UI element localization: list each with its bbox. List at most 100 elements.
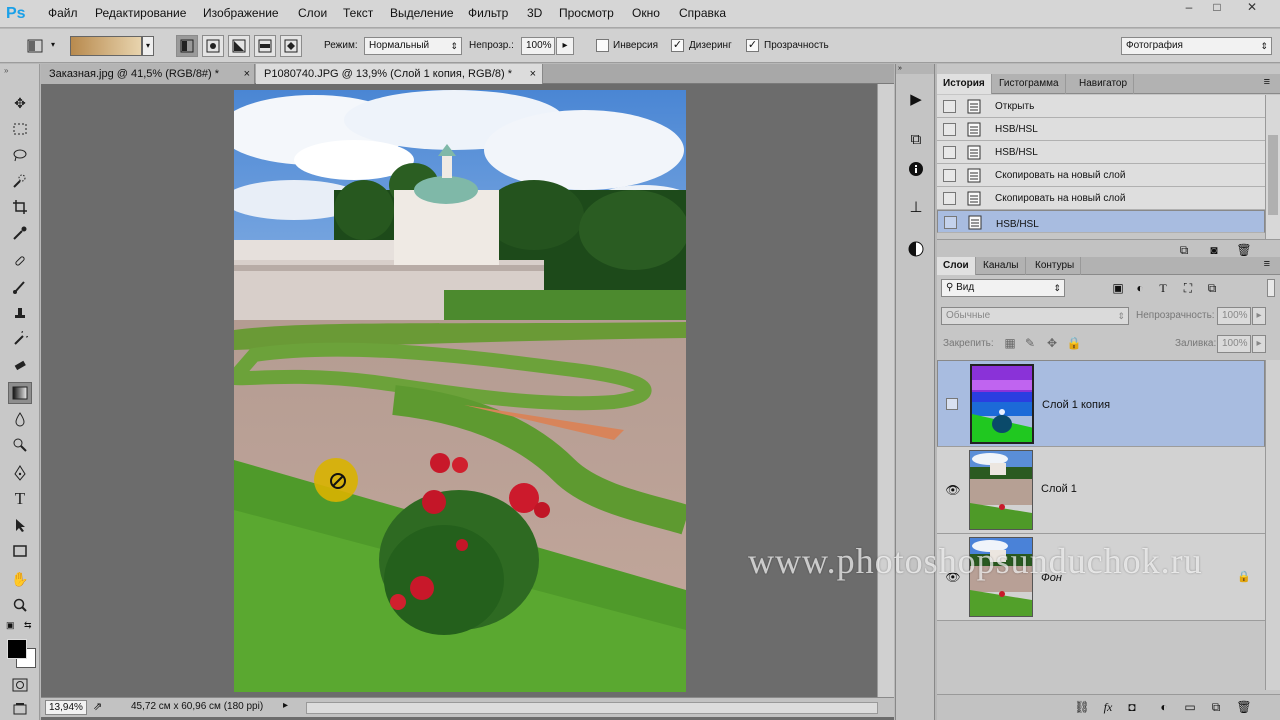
fill-input[interactable]: 100% (1217, 335, 1251, 353)
history-snapshot-checkbox[interactable] (943, 123, 956, 136)
crop-tool-icon[interactable] (8, 196, 32, 218)
collapse-strip-icon[interactable]: » (896, 64, 934, 74)
pen-tool-icon[interactable] (8, 462, 32, 484)
layer-blend-mode-select[interactable]: Обычные ⇕ (941, 307, 1129, 325)
lock-position-icon[interactable]: ✥ (1043, 335, 1061, 351)
lock-all-icon[interactable]: 🔒 (1065, 335, 1083, 351)
layer-style-icon[interactable]: fx (1099, 699, 1117, 715)
transparency-checkbox[interactable]: ✓ (746, 39, 759, 52)
new-document-from-state-icon[interactable]: ⧉ (1175, 242, 1193, 258)
clone-stamp-tool-icon[interactable] (8, 302, 32, 324)
filter-shape-icon[interactable]: ⛶ (1179, 280, 1197, 296)
healing-brush-tool-icon[interactable] (8, 250, 32, 272)
new-group-icon[interactable]: ▭ (1181, 699, 1199, 715)
layer-opacity-arrow-button[interactable]: ▸ (1252, 307, 1266, 325)
type-tool-icon[interactable]: T (8, 488, 32, 510)
menu-3d[interactable]: 3D (527, 6, 542, 20)
adjustments-icon[interactable] (901, 236, 931, 262)
zoom-field[interactable]: 13,94% (45, 700, 87, 715)
layers-scrollbar[interactable] (1265, 360, 1280, 690)
menu-file[interactable]: Файл (48, 6, 78, 20)
layer-row-selected[interactable]: Слой 1 копия (937, 360, 1265, 447)
reverse-checkbox[interactable] (596, 39, 609, 52)
opacity-dropdown-button[interactable]: ▸ (556, 37, 574, 55)
panel-menu-icon[interactable]: ≡ (1264, 258, 1270, 270)
maximize-button[interactable]: □ (1203, 0, 1231, 16)
menu-edit[interactable]: Редактирование (95, 6, 186, 20)
trash-icon[interactable]: 🗑 (1235, 699, 1253, 715)
diamond-gradient-button[interactable] (280, 35, 302, 57)
gradient-tool-icon[interactable] (8, 382, 32, 404)
status-menu-arrow-icon[interactable]: ▸ (283, 700, 288, 711)
close-tab-icon[interactable]: × (530, 64, 536, 84)
filter-adjustment-icon[interactable]: ◐ (1131, 280, 1149, 296)
history-snapshot-checkbox[interactable] (944, 216, 957, 229)
lock-pixels-icon[interactable]: ✎ (1021, 335, 1039, 351)
lasso-tool-icon[interactable] (8, 144, 32, 166)
opacity-input[interactable]: 100% (521, 37, 555, 55)
reflected-gradient-button[interactable] (254, 35, 276, 57)
gradient-tool-icon[interactable] (24, 35, 46, 57)
tab-layers[interactable]: Слои (937, 257, 976, 275)
history-item-selected[interactable]: HSB/HSL (937, 210, 1265, 233)
screen-mode-icon[interactable] (8, 698, 32, 720)
history-item[interactable]: Скопировать на новый слой (937, 164, 1265, 187)
quick-mask-icon[interactable] (8, 674, 32, 696)
blend-mode-select[interactable]: Нормальный ⇕ (364, 37, 462, 55)
new-layer-icon[interactable]: ⧉ (1207, 699, 1225, 715)
gradient-swatch[interactable] (70, 36, 142, 56)
document-canvas[interactable] (234, 90, 686, 692)
rectangle-tool-icon[interactable] (8, 540, 32, 562)
adjustment-layer-icon[interactable]: ◐ (1155, 699, 1173, 715)
history-snapshot-checkbox[interactable] (943, 100, 956, 113)
menu-image[interactable]: Изображение (203, 6, 279, 20)
dither-checkbox[interactable]: ✓ (671, 39, 684, 52)
layer-row[interactable]: 👁 Слой 1 (937, 447, 1265, 534)
menu-layers[interactable]: Слои (298, 6, 327, 20)
clone-source-icon[interactable]: ⊥ (901, 194, 931, 220)
filter-smart-object-icon[interactable]: ⧉ (1203, 280, 1221, 296)
fill-arrow-button[interactable]: ▸ (1252, 335, 1266, 353)
actions-play-icon[interactable]: ▶ (901, 86, 931, 112)
link-layers-icon[interactable]: ⛓ (1073, 699, 1091, 715)
tab-navigator[interactable]: Навигатор (1073, 74, 1135, 94)
marquee-tool-icon[interactable] (8, 118, 32, 140)
tab-paths[interactable]: Контуры (1029, 257, 1082, 275)
export-icon[interactable]: ⇗ (93, 700, 102, 713)
scroll-thumb[interactable] (1268, 135, 1278, 215)
tab-channels[interactable]: Каналы (977, 257, 1026, 275)
history-brush-tool-icon[interactable] (8, 328, 32, 350)
layer-visibility-toggle[interactable] (946, 398, 958, 410)
history-snapshot-checkbox[interactable] (943, 146, 956, 159)
history-item[interactable]: Скопировать на новый слой (937, 187, 1265, 210)
history-scrollbar[interactable] (1265, 95, 1280, 239)
vertical-scrollbar[interactable] (877, 84, 894, 697)
layer-filter-select[interactable]: ⚲ Вид ⇕ (941, 279, 1065, 297)
info-icon[interactable] (901, 156, 931, 182)
eyedropper-tool-icon[interactable] (8, 222, 32, 244)
tool-preset-dropdown-icon[interactable]: ▾ (51, 40, 55, 49)
menu-select[interactable]: Выделение (390, 6, 454, 20)
zoom-tool-icon[interactable] (8, 594, 32, 616)
layer-opacity-input[interactable]: 100% (1217, 307, 1251, 325)
filter-type-icon[interactable]: T (1154, 280, 1172, 296)
history-snapshot-checkbox[interactable] (943, 192, 956, 205)
brush-tool-icon[interactable] (8, 276, 32, 298)
menu-filter[interactable]: Фильтр (468, 6, 508, 20)
panel-menu-icon[interactable]: ≡ (1264, 76, 1270, 88)
close-tab-icon[interactable]: × (244, 64, 250, 84)
history-item[interactable]: Открыть (937, 95, 1265, 118)
collapse-toolbox-icon[interactable]: » (4, 66, 8, 75)
swap-colors-icon[interactable]: ⇆ (24, 620, 32, 631)
gradient-dropdown-button[interactable]: ▾ (142, 36, 154, 56)
path-selection-tool-icon[interactable] (8, 514, 32, 536)
layer-comps-icon[interactable]: ⧉ (901, 126, 931, 152)
workspace-select[interactable]: Фотография ⇕ (1121, 37, 1272, 55)
horizontal-scrollbar[interactable] (306, 702, 878, 714)
blur-tool-icon[interactable] (8, 408, 32, 430)
eraser-tool-icon[interactable] (8, 354, 32, 376)
filter-pixel-icon[interactable]: ▣ (1109, 280, 1127, 296)
linear-gradient-button[interactable] (176, 35, 198, 57)
menu-text[interactable]: Текст (343, 6, 373, 20)
document-tab-1[interactable]: Заказная.jpg @ 41,5% (RGB/8#) * × (41, 64, 255, 84)
